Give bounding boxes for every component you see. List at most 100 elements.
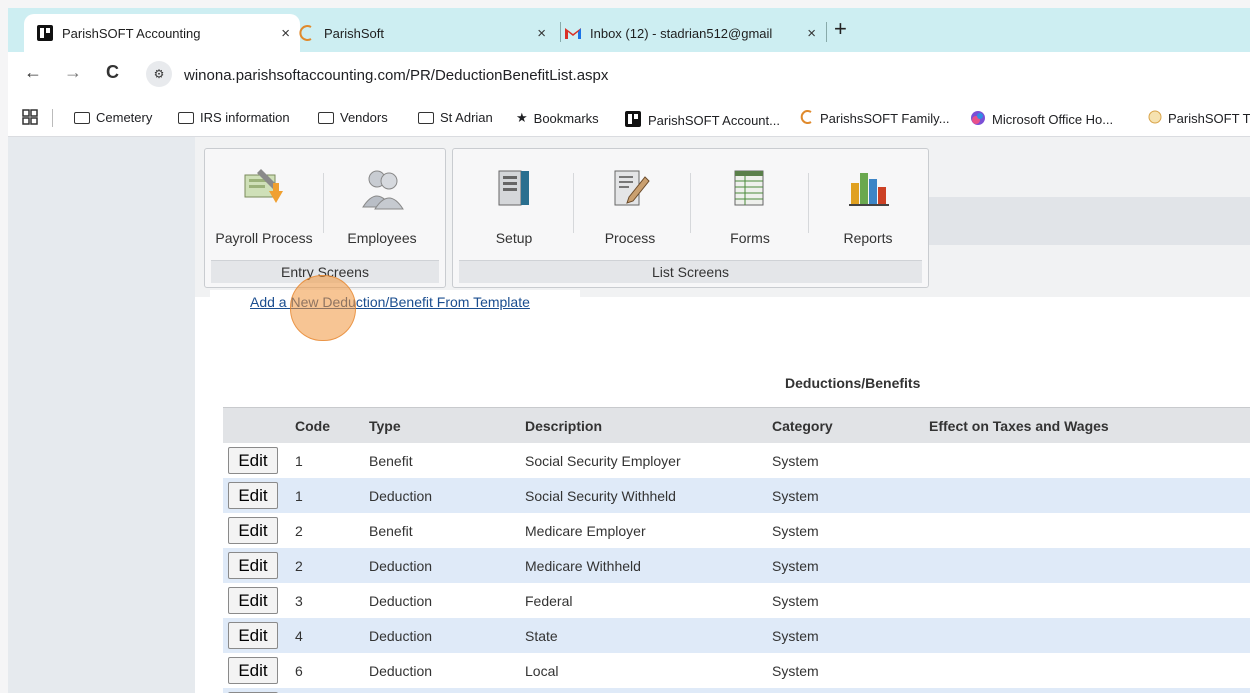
- bookmark-bookmarks[interactable]: ★ Bookmarks: [516, 110, 599, 126]
- cell-category: System: [772, 452, 819, 469]
- forms-label: Forms: [730, 230, 770, 246]
- bookmark-label: Vendors: [340, 110, 388, 125]
- cell-code: 1: [295, 452, 303, 469]
- cell-description: Medicare Employer: [525, 522, 646, 539]
- cell-type: Deduction: [369, 478, 525, 513]
- tab-parishsoft-accounting[interactable]: ParishSOFT Accounting ×: [24, 14, 300, 52]
- list-screens-label: List Screens: [459, 260, 922, 283]
- process-label: Process: [604, 230, 656, 246]
- bookmark-parishsoft-t[interactable]: ParishSOFT T: [1148, 110, 1250, 127]
- star-icon: ★: [516, 110, 528, 125]
- bookmark-parishsoft-accounting[interactable]: ParishSOFT Account...: [624, 110, 780, 131]
- tool-divider: [690, 173, 691, 233]
- setup-button[interactable]: Setup: [459, 161, 569, 251]
- new-tab-button[interactable]: +: [834, 16, 847, 42]
- cell-description: Federal: [525, 592, 573, 609]
- url-field[interactable]: winona.parishsoftaccounting.com/PR/Deduc…: [184, 67, 608, 84]
- table-row: Edit 2 Deduction Medicare Withheld Syste…: [223, 548, 1250, 583]
- bookmark-st-adrian[interactable]: St Adrian: [418, 110, 493, 125]
- back-button[interactable]: ←: [24, 62, 42, 83]
- cell-effect: [929, 653, 1250, 688]
- add-deduction-link-bar: Add a New Deduction/Benefit From Templat…: [210, 290, 580, 314]
- bookmark-label: ParishsSOFT Family...: [820, 111, 950, 126]
- bookmark-irs-information[interactable]: IRS information: [178, 110, 290, 125]
- column-header-type: Type: [369, 407, 525, 443]
- tab-strip: ParishSOFT Accounting × ParishSoft × Inb…: [8, 8, 1250, 52]
- folder-icon: [318, 111, 334, 124]
- cell-effect: [929, 618, 1250, 653]
- employees-icon: [362, 170, 404, 210]
- cell-type: Deduction: [369, 592, 433, 609]
- edit-button[interactable]: Edit: [228, 482, 278, 509]
- table-row: Edit 1 Benefit Social Security Employer …: [223, 443, 1250, 478]
- table-row: Edit 3 Deduction Federal System: [223, 583, 1250, 618]
- tool-divider: [323, 173, 324, 233]
- process-button[interactable]: Process: [575, 161, 685, 251]
- cell-description: Social Security Employer: [525, 452, 681, 469]
- edit-button[interactable]: Edit: [228, 552, 278, 579]
- folder-icon: [418, 111, 434, 124]
- edit-button[interactable]: Edit: [228, 587, 278, 614]
- cell-type: Benefit: [369, 452, 413, 469]
- tool-divider: [573, 173, 574, 233]
- bookmark-label: ParishSOFT Account...: [648, 113, 780, 128]
- edit-button[interactable]: Edit: [228, 517, 278, 544]
- table-row: Edit 1 Deduction Social Security Withhel…: [223, 478, 1250, 513]
- bookmark-vendors[interactable]: Vendors: [318, 110, 388, 125]
- cell-code: 6: [295, 662, 303, 679]
- deductions-benefits-table: Code Type Description Category Effect on…: [223, 407, 1250, 693]
- bookmark-parishsoft-family[interactable]: ParishsSOFT Family...: [800, 110, 950, 127]
- entry-screens-group: Payroll Process Employees Entry Screens: [204, 148, 446, 288]
- cell-category: System: [772, 478, 929, 513]
- parishsoft-swirl-icon: [298, 24, 316, 42]
- cell-category: System: [772, 548, 929, 583]
- click-highlight: [290, 275, 356, 341]
- reports-icon: [849, 173, 889, 206]
- edit-button[interactable]: Edit: [228, 447, 278, 474]
- reports-button[interactable]: Reports: [813, 161, 923, 251]
- payroll-process-button[interactable]: Payroll Process: [209, 161, 319, 251]
- close-tab-icon[interactable]: ×: [281, 25, 290, 42]
- process-icon: [614, 170, 650, 206]
- close-tab-icon[interactable]: ×: [537, 25, 546, 42]
- tab-separator: [560, 22, 561, 42]
- tab-title: ParishSOFT Accounting: [62, 25, 201, 41]
- close-tab-icon[interactable]: ×: [807, 25, 816, 42]
- cell-effect: [929, 548, 1250, 583]
- office-icon: [970, 110, 986, 129]
- setup-label: Setup: [495, 230, 533, 246]
- tab-gmail-inbox[interactable]: Inbox (12) - stadrian512@gmail ×: [564, 14, 826, 52]
- toolbar-band: [928, 197, 1250, 245]
- forms-button[interactable]: Forms: [695, 161, 805, 251]
- payroll-process-label: Payroll Process: [215, 230, 313, 246]
- browser-window: ParishSOFT Accounting × ParishSoft × Inb…: [8, 8, 1250, 693]
- tab-title: Inbox (12) - stadrian512@gmail: [590, 25, 773, 41]
- bookmark-label: Microsoft Office Ho...: [992, 112, 1114, 127]
- left-pane: [8, 137, 195, 693]
- site-info-icon[interactable]: ⚙: [146, 61, 172, 87]
- bookmarks-bar: Cemetery IRS information Vendors St Adri…: [8, 100, 1250, 137]
- apps-grid-icon[interactable]: [22, 109, 38, 125]
- column-header-code: Code: [295, 407, 369, 443]
- edit-button[interactable]: Edit: [228, 622, 278, 649]
- list-screens-group: Setup Process Forms Reports List Screens: [452, 148, 929, 288]
- cell-category: System: [772, 618, 929, 653]
- edit-button[interactable]: Edit: [228, 657, 278, 684]
- bookmark-label: Cemetery: [96, 110, 153, 125]
- reload-button[interactable]: C: [106, 62, 119, 83]
- cell-description: Local: [525, 662, 559, 679]
- folder-icon: [74, 111, 90, 124]
- table-row: Edit 6 Deduction Local System: [223, 653, 1250, 688]
- cell-code: 1: [295, 478, 369, 513]
- bookmark-microsoft-office[interactable]: Microsoft Office Ho...: [970, 110, 1113, 129]
- employees-button[interactable]: Employees: [327, 161, 437, 251]
- cell-code: 4: [295, 618, 369, 653]
- cell-category: System: [772, 592, 819, 609]
- bookmark-label: St Adrian: [440, 110, 493, 125]
- forward-button[interactable]: →: [64, 62, 82, 83]
- cell-effect: [929, 513, 1250, 548]
- forms-icon: [734, 170, 764, 206]
- tab-parishsoft[interactable]: ParishSoft ×: [298, 14, 556, 52]
- cell-code: 2: [295, 548, 369, 583]
- bookmark-cemetery[interactable]: Cemetery: [74, 110, 152, 125]
